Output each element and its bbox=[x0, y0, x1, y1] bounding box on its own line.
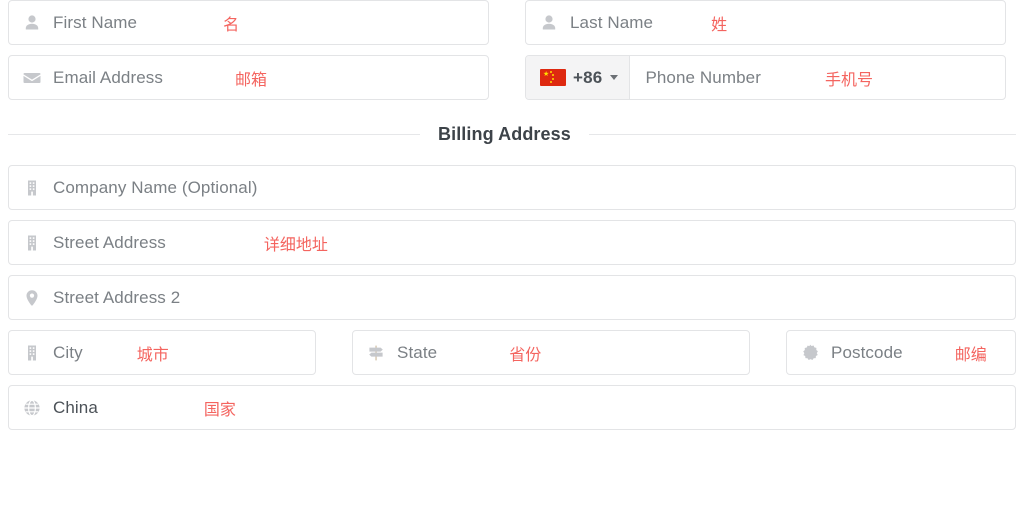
city-annotation: 城市 bbox=[136, 346, 169, 364]
divider-line-left bbox=[8, 134, 420, 135]
signpost-icon bbox=[365, 342, 387, 364]
seal-icon bbox=[799, 342, 821, 364]
postcode-field[interactable]: Postcode 邮编 bbox=[786, 330, 1016, 375]
phone-number-field[interactable]: ★ +86 Phone Number 手机号 bbox=[525, 55, 1006, 100]
email-placeholder: Email Address bbox=[53, 67, 163, 87]
first-name-placeholder: First Name bbox=[53, 12, 138, 32]
flag-star-small bbox=[552, 78, 554, 80]
country-annotation: 国家 bbox=[203, 401, 236, 419]
email-wrapper: Email Address 邮箱 bbox=[8, 55, 489, 100]
email-annotation: 邮箱 bbox=[234, 71, 267, 89]
flag-star-small bbox=[550, 71, 552, 73]
envelope-icon bbox=[21, 67, 43, 89]
street-address-2-wrapper: Street Address 2 bbox=[8, 275, 1016, 320]
flag-star-small bbox=[550, 81, 552, 83]
state-placeholder: State bbox=[397, 342, 438, 362]
email-phone-row: Email Address 邮箱 ★ +86 Phone Number 手机号 bbox=[0, 55, 1024, 100]
city-field[interactable]: City 城市 bbox=[8, 330, 316, 375]
chevron-down-icon bbox=[610, 75, 619, 80]
street-address-2-row: Street Address 2 bbox=[0, 275, 1024, 320]
name-row: First Name 名 Last Name 姓 bbox=[0, 0, 1024, 45]
street-address-2-field[interactable]: Street Address 2 bbox=[8, 275, 1016, 320]
postcode-placeholder: Postcode bbox=[831, 342, 903, 362]
billing-address-divider: Billing Address bbox=[0, 124, 1024, 145]
building-icon bbox=[21, 342, 43, 364]
phone-input[interactable]: Phone Number 手机号 bbox=[630, 56, 1005, 99]
section-title: Billing Address bbox=[438, 124, 571, 144]
country-wrapper: China 国家 bbox=[8, 385, 1016, 430]
street-address-row: Street Address 详细地址 bbox=[0, 220, 1024, 265]
flag-star-large: ★ bbox=[543, 71, 550, 78]
street-address-placeholder: Street Address bbox=[53, 232, 166, 252]
city-placeholder: City bbox=[53, 342, 83, 362]
last-name-field[interactable]: Last Name 姓 bbox=[525, 0, 1006, 45]
state-wrapper: State 省份 bbox=[352, 330, 750, 375]
street-address-annotation: 详细地址 bbox=[263, 236, 328, 254]
flag-star-small bbox=[552, 74, 554, 76]
phone-annotation: 手机号 bbox=[824, 71, 873, 89]
country-select[interactable]: China 国家 bbox=[8, 385, 1016, 430]
street-address-field[interactable]: Street Address 详细地址 bbox=[8, 220, 1016, 265]
last-name-placeholder: Last Name bbox=[570, 12, 654, 32]
first-name-annotation: 名 bbox=[223, 16, 240, 34]
last-name-wrapper: Last Name 姓 bbox=[525, 0, 1006, 45]
state-annotation: 省份 bbox=[509, 346, 542, 364]
country-value: China bbox=[53, 397, 98, 417]
first-name-wrapper: First Name 名 bbox=[8, 0, 489, 45]
company-name-field[interactable]: Company Name (Optional) bbox=[8, 165, 1016, 210]
building-icon bbox=[21, 177, 43, 199]
billing-checkout-form: First Name 名 Last Name 姓 Email Address 邮… bbox=[0, 0, 1024, 507]
dial-code-label: +86 bbox=[573, 67, 603, 87]
state-field[interactable]: State 省份 bbox=[352, 330, 750, 375]
globe-icon bbox=[21, 397, 43, 419]
street-address-2-placeholder: Street Address 2 bbox=[53, 287, 181, 307]
map-pin-icon bbox=[21, 287, 43, 309]
company-wrapper: Company Name (Optional) bbox=[8, 165, 1016, 210]
first-name-field[interactable]: First Name 名 bbox=[8, 0, 489, 45]
country-row: China 国家 bbox=[0, 385, 1024, 430]
person-icon bbox=[538, 12, 560, 34]
postcode-annotation: 邮编 bbox=[954, 346, 987, 364]
locality-row: City 城市 State 省份 Postcode 邮编 bbox=[0, 330, 1024, 375]
divider-line-right bbox=[588, 134, 1016, 135]
last-name-annotation: 姓 bbox=[711, 16, 728, 34]
postcode-wrapper: Postcode 邮编 bbox=[786, 330, 1016, 375]
building-icon bbox=[21, 232, 43, 254]
phone-wrapper: ★ +86 Phone Number 手机号 bbox=[525, 55, 1006, 100]
country-code-dropdown[interactable]: ★ +86 bbox=[526, 56, 631, 99]
street-address-wrapper: Street Address 详细地址 bbox=[8, 220, 1016, 265]
city-wrapper: City 城市 bbox=[8, 330, 316, 375]
person-icon bbox=[21, 12, 43, 34]
email-field[interactable]: Email Address 邮箱 bbox=[8, 55, 489, 100]
company-row: Company Name (Optional) bbox=[0, 165, 1024, 210]
phone-placeholder: Phone Number bbox=[645, 67, 761, 87]
company-name-placeholder: Company Name (Optional) bbox=[53, 177, 258, 197]
china-flag-icon: ★ bbox=[540, 69, 566, 86]
